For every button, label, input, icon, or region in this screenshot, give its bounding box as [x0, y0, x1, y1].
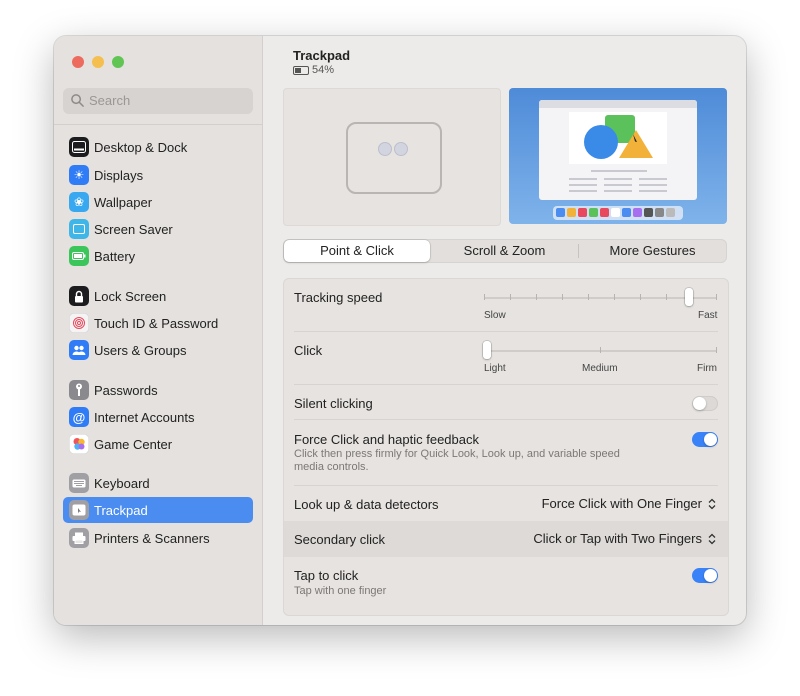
dock-icon	[69, 137, 89, 157]
tap-to-click-description: Tap with one finger	[294, 585, 387, 597]
silent-clicking-toggle[interactable]	[692, 396, 718, 411]
tab-bar: Point & Click Scroll & Zoom More Gesture…	[283, 239, 727, 263]
tab-scroll-zoom[interactable]: Scroll & Zoom	[431, 240, 578, 262]
zoom-button[interactable]	[112, 56, 124, 68]
click-label: Click	[294, 343, 323, 358]
look-up-label: Look up & data detectors	[294, 497, 439, 512]
battery-icon	[69, 246, 89, 266]
sidebar-item-keyboard[interactable]: Keyboard	[63, 470, 253, 496]
silent-clicking-label: Silent clicking	[294, 396, 373, 411]
trackpad-icon	[69, 500, 89, 520]
force-click-label: Force Click and haptic feedback	[294, 432, 479, 447]
sidebar-item-screen-saver[interactable]: Screen Saver	[63, 216, 253, 242]
force-click-toggle[interactable]	[692, 432, 718, 447]
search-input[interactable]: Search	[63, 88, 253, 114]
finger-dot	[394, 142, 408, 156]
key-icon	[69, 380, 89, 400]
tap-to-click-label: Tap to click	[294, 568, 359, 583]
sidebar-item-game-center[interactable]: Game Center	[63, 431, 253, 457]
sidebar-item-printers-scanners[interactable]: Printers & Scanners	[63, 525, 253, 551]
trackpad-illustration	[346, 122, 442, 194]
game-center-icon	[69, 434, 89, 454]
search-icon	[71, 94, 84, 107]
finger-dot	[378, 142, 392, 156]
at-icon: @	[69, 407, 89, 427]
battery-percent: 54%	[312, 64, 335, 76]
keyboard-icon	[69, 473, 89, 493]
sidebar-divider	[54, 124, 262, 125]
tap-to-click-toggle[interactable]	[692, 568, 718, 583]
look-up-popup[interactable]: Force Click with One Finger	[542, 496, 718, 511]
sidebar-item-wallpaper[interactable]: ❀ Wallpaper	[63, 189, 253, 215]
tab-point-click[interactable]: Point & Click	[284, 240, 430, 262]
sidebar-item-users-groups[interactable]: Users & Groups	[63, 337, 253, 363]
secondary-click-label: Secondary click	[294, 532, 386, 547]
users-icon	[69, 340, 89, 360]
sidebar-item-trackpad[interactable]: Trackpad	[63, 497, 253, 523]
sidebar: Search Desktop & Dock ☀ Displays ❀ Wallp…	[54, 36, 263, 625]
preview-window	[539, 100, 697, 200]
flower-icon: ❀	[69, 192, 89, 212]
preview-dock	[553, 206, 683, 220]
sidebar-item-internet-accounts[interactable]: @ Internet Accounts	[63, 404, 253, 430]
secondary-click-popup[interactable]: Click or Tap with Two Fingers	[533, 531, 718, 546]
chevron-up-down-icon	[706, 532, 718, 546]
trackpad-gesture-preview	[283, 88, 501, 226]
sun-icon: ☀	[69, 165, 89, 185]
sidebar-item-lock-screen[interactable]: Lock Screen	[63, 283, 253, 309]
tracking-speed-label: Tracking speed	[294, 290, 383, 305]
sidebar-item-battery[interactable]: Battery	[63, 243, 253, 269]
screen-saver-icon	[69, 219, 89, 239]
window-controls	[72, 56, 124, 68]
close-button[interactable]	[72, 56, 84, 68]
chevron-up-down-icon	[706, 497, 718, 511]
tab-more-gestures[interactable]: More Gestures	[579, 240, 726, 262]
click-pressure-knob[interactable]	[483, 341, 491, 359]
tracking-speed-knob[interactable]	[685, 288, 693, 306]
force-click-description: Click then press firmly for Quick Look, …	[294, 448, 620, 473]
gesture-video-preview	[509, 88, 727, 224]
sidebar-item-desktop-dock[interactable]: Desktop & Dock	[63, 134, 253, 160]
sidebar-item-passwords[interactable]: Passwords	[63, 377, 253, 403]
settings-panel: Tracking speed Slow Fast Click Light Med…	[283, 278, 729, 616]
battery-level-icon	[293, 65, 309, 75]
preview-shapes	[569, 112, 667, 164]
sidebar-item-touch-id[interactable]: Touch ID & Password	[63, 310, 253, 336]
printer-icon	[69, 528, 89, 548]
fingerprint-icon	[69, 313, 89, 333]
sidebar-item-displays[interactable]: ☀ Displays	[63, 162, 253, 188]
settings-window: Search Desktop & Dock ☀ Displays ❀ Wallp…	[54, 36, 746, 625]
lock-icon	[69, 286, 89, 306]
content-pane: Trackpad 54% Point & Click Scroll & Zoom…	[263, 36, 746, 625]
search-placeholder: Search	[89, 93, 131, 108]
battery-status: 54%	[293, 64, 334, 76]
page-title: Trackpad	[293, 48, 351, 63]
minimize-button[interactable]	[92, 56, 104, 68]
